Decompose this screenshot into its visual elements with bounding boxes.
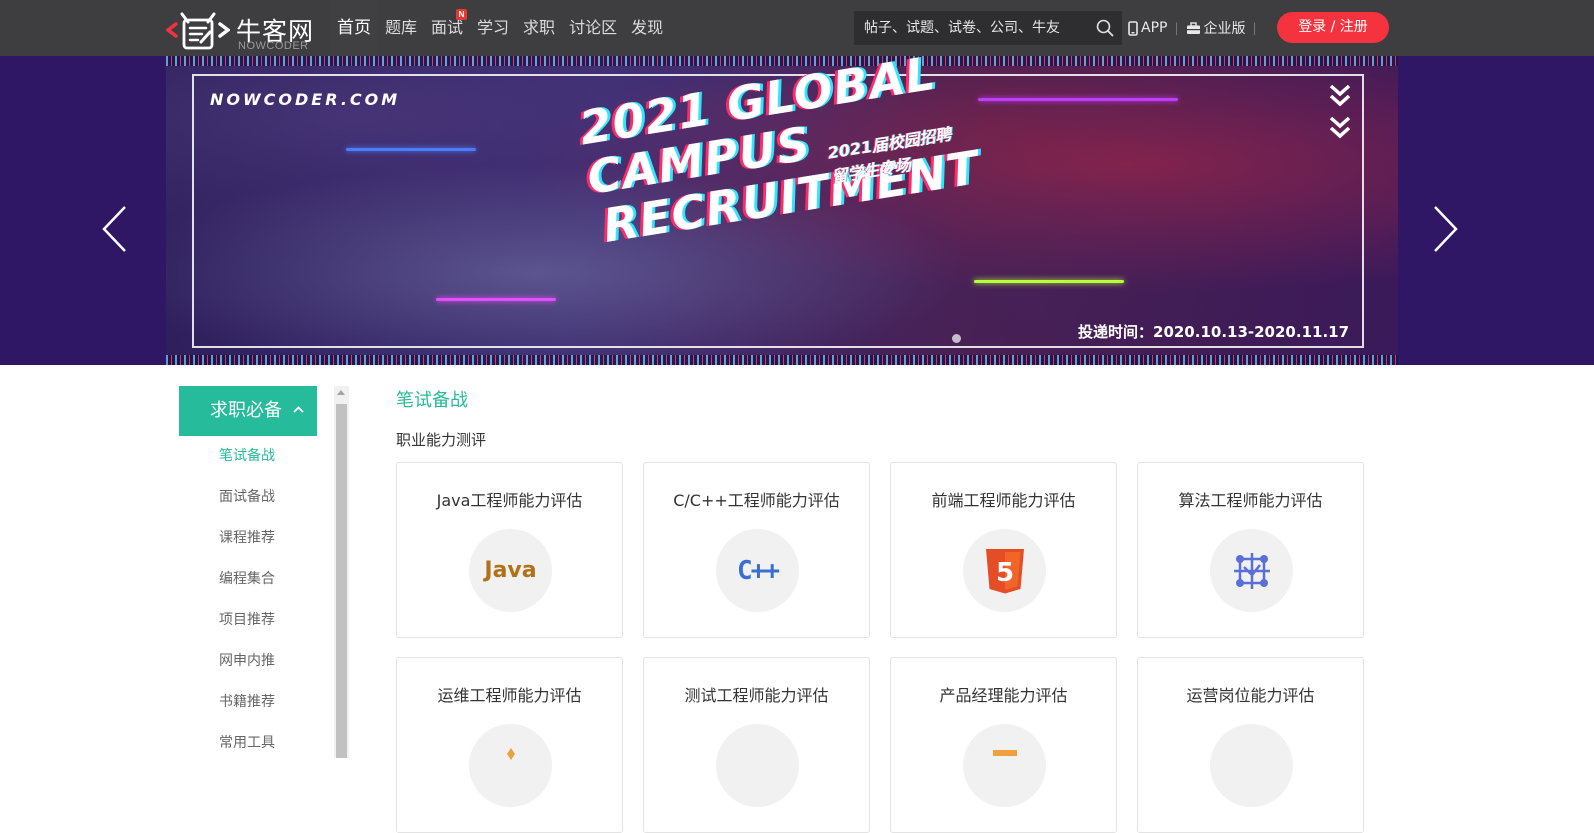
nav-interview[interactable]: 面试 N: [424, 0, 470, 56]
algorithm-icon: [1210, 529, 1293, 612]
nav-question-bank-label: 题库: [385, 18, 418, 37]
sidebar-item-referrals[interactable]: 网申内推: [179, 641, 317, 682]
phone-icon: [1128, 20, 1138, 36]
card-title: 运维工程师能力评估: [437, 686, 582, 705]
cpp-icon: C++: [716, 529, 799, 612]
banner-slide[interactable]: NOWCODER.COM 2021 GLOBAL CAMPUS RECRUITM…: [166, 56, 1398, 365]
job-essentials-sidebar: 求职必备 笔试备战 面试备战 课程推荐 编程集合 项目推荐 网申内推 书籍推荐 …: [179, 386, 317, 758]
glow-line: [974, 280, 1124, 283]
assessment-card-algorithm[interactable]: 算法工程师能力评估: [1137, 462, 1364, 638]
nav-jobs-label: 求职: [523, 18, 556, 37]
sidebar-item-books[interactable]: 书籍推荐: [179, 682, 317, 723]
assessment-card-test[interactable]: 测试工程师能力评估: [643, 657, 870, 833]
search-input[interactable]: [854, 11, 1086, 45]
html5-icon: 5: [963, 529, 1046, 612]
assessment-card-ops[interactable]: 运维工程师能力评估: [396, 657, 623, 833]
double-chevron-icon: [1329, 84, 1351, 139]
assessment-card-frontend[interactable]: 前端工程师能力评估 5: [890, 462, 1117, 638]
sidebar-list: 笔试备战 面试备战 课程推荐 编程集合 项目推荐 网申内推 书籍推荐 常用工具: [179, 436, 317, 764]
nav-discover-label: 发现: [631, 18, 664, 37]
card-title: 产品经理能力评估: [939, 686, 1068, 705]
login-register-button[interactable]: 登录 / 注册: [1277, 12, 1389, 43]
banner-brand: NOWCODER.COM: [210, 90, 401, 109]
html5-shield: 5: [985, 548, 1024, 593]
nav-learning[interactable]: 学习: [470, 0, 516, 56]
enterprise-link[interactable]: 企业版: [1186, 18, 1246, 38]
nav-discover[interactable]: 发现: [624, 0, 670, 56]
glow-line: [346, 148, 476, 151]
assessment-card-cpp[interactable]: C/C++工程师能力评估 C++: [643, 462, 870, 638]
sidebar-item-projects[interactable]: 项目推荐: [179, 600, 317, 641]
assessment-card-product[interactable]: 产品经理能力评估: [890, 657, 1117, 833]
banner-pattern-top: [166, 56, 1398, 66]
header-links: APP | 企业版 |: [1128, 0, 1264, 56]
wrench-glyph: [506, 747, 515, 760]
section-subtitle: 职业能力测评: [396, 431, 487, 449]
java-icon-text: Java: [484, 558, 537, 583]
chevron-left-icon[interactable]: [100, 204, 128, 254]
chevron-right-icon[interactable]: [1432, 204, 1460, 254]
sidebar-heading[interactable]: 求职必备: [179, 386, 317, 436]
product-glyph: [992, 749, 1017, 756]
operations-icon: [1210, 724, 1293, 807]
card-title: 前端工程师能力评估: [931, 491, 1076, 510]
sidebar-item-programming[interactable]: 编程集合: [179, 559, 317, 600]
separator: |: [1252, 21, 1257, 35]
banner-carousel: NOWCODER.COM 2021 GLOBAL CAMPUS RECRUITM…: [0, 56, 1594, 365]
top-navigation-bar: 牛客网 NOWCODER 首页 题库 面试N 学习 求职 讨论区 发现 APP …: [0, 0, 1594, 56]
nav-home[interactable]: 首页: [330, 0, 378, 56]
assessment-card-java[interactable]: Java工程师能力评估 Java: [396, 462, 623, 638]
app-link[interactable]: APP: [1128, 20, 1167, 36]
nav-interview-label: 面试: [431, 18, 464, 37]
search-icon[interactable]: [1096, 19, 1114, 37]
sidebar-item-written-test[interactable]: 笔试备战: [179, 436, 317, 477]
banner-date: 投递时间：2020.10.13-2020.11.17: [1078, 323, 1350, 341]
sidebar-heading-label: 求职必备: [210, 400, 282, 421]
nav-question-bank[interactable]: 题库: [378, 0, 424, 56]
logo-icon: [166, 12, 230, 50]
separator: |: [1174, 21, 1179, 35]
sidebar-item-courses[interactable]: 课程推荐: [179, 518, 317, 559]
ops-icon: [469, 724, 552, 807]
cpp-icon-text: C++: [737, 555, 780, 586]
logo-subtext: NOWCODER: [238, 40, 309, 52]
html5-icon-text: 5: [995, 558, 1013, 588]
nav-discussion-label: 讨论区: [569, 18, 618, 37]
sidebar-item-interview-prep[interactable]: 面试备战: [179, 477, 317, 518]
card-title: 测试工程师能力评估: [684, 686, 829, 705]
section-title: 笔试备战: [396, 390, 468, 411]
app-label: APP: [1141, 20, 1168, 36]
main-nav: 首页 题库 面试 N 学习 求职 讨论区 发现: [330, 0, 670, 56]
scroll-up-arrow[interactable]: [337, 390, 345, 395]
glow-line: [436, 298, 556, 301]
nav-home-label: 首页: [337, 18, 371, 38]
card-title: 算法工程师能力评估: [1178, 491, 1323, 510]
search-box: [854, 11, 1122, 45]
new-badge: N: [456, 9, 468, 20]
nav-jobs[interactable]: 求职: [516, 0, 562, 56]
nav-learning-label: 学习: [477, 18, 510, 37]
enterprise-label: 企业版: [1203, 21, 1246, 37]
briefcase-icon: [1186, 21, 1200, 34]
test-icon: [716, 724, 799, 807]
algorithm-graph: [1233, 552, 1270, 589]
card-title: 运营岗位能力评估: [1186, 686, 1315, 705]
nav-discussion[interactable]: 讨论区: [562, 0, 624, 56]
scrollbar-thumb[interactable]: [336, 404, 347, 758]
java-icon: Java: [469, 529, 552, 612]
banner-pattern-bottom: [166, 355, 1398, 365]
card-title: Java工程师能力评估: [436, 491, 583, 510]
card-title: C/C++工程师能力评估: [673, 491, 840, 510]
assessment-card-operations[interactable]: 运营岗位能力评估: [1137, 657, 1364, 833]
chevron-up-icon: [293, 406, 304, 413]
product-icon: [963, 724, 1046, 807]
carousel-indicator[interactable]: [952, 334, 961, 343]
